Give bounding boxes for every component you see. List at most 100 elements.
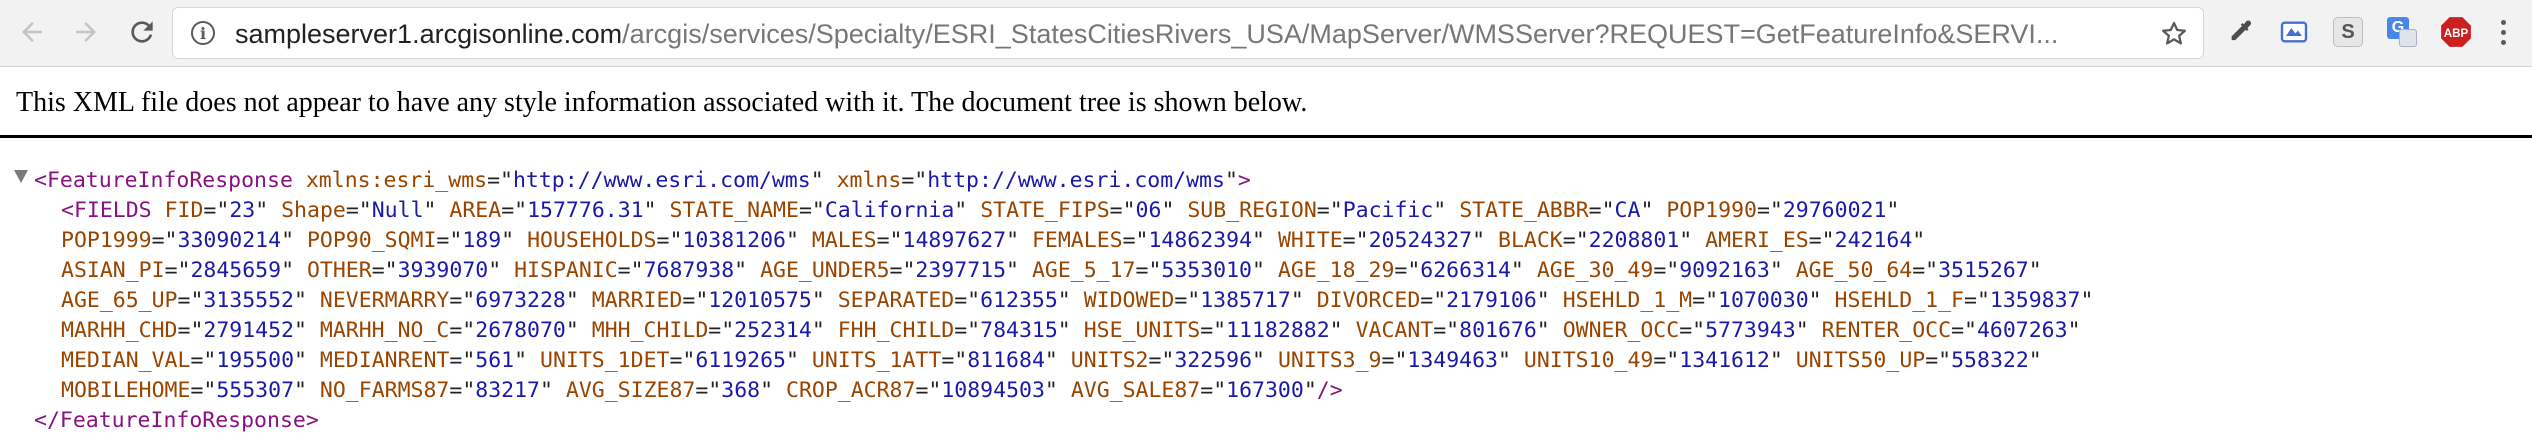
xml-punctuation: =" (889, 258, 916, 283)
xml-space (825, 288, 838, 313)
url-text[interactable]: sampleserver1.arcgisonline.com/arcgis/se… (235, 18, 2095, 50)
xml-attribute-value: 2179106 (1446, 288, 1537, 313)
xml-attribute-value: 2208801 (1588, 228, 1680, 253)
xml-punctuation: " (1044, 378, 1058, 403)
xml-punctuation: " (1640, 198, 1654, 223)
xml-punctuation: =" (151, 228, 178, 253)
xml-punctuation: " (514, 348, 528, 373)
xml-style-notice: This XML file does not appear to have an… (16, 87, 1308, 118)
xml-space (1783, 258, 1796, 283)
address-bar[interactable]: i sampleserver1.arcgisonline.com/arcgis/… (172, 7, 2204, 59)
xml-attribute-value: 7687938 (643, 258, 735, 283)
xml-punctuation: =" (682, 288, 709, 313)
xml-space (824, 168, 837, 193)
xml-attribute-value: 784315 (980, 318, 1058, 343)
adblock-label: ABP (2444, 27, 2469, 40)
collapse-triangle-icon[interactable] (14, 170, 28, 183)
xml-space (1485, 228, 1498, 253)
xml-punctuation: " (1536, 288, 1550, 313)
xml-punctuation: " (565, 318, 579, 343)
xml-attribute-value: Null (371, 198, 424, 223)
xml-space (1058, 348, 1071, 373)
xml-punctuation: =" (876, 228, 903, 253)
xml-attribute-value: 11182882 (1226, 318, 1330, 343)
xml-attribute-value: 33090214 (177, 228, 282, 253)
xml-punctuation: =" (941, 348, 968, 373)
xml-attribute-value: 157776.31 (527, 198, 644, 223)
xml-attribute-name: STATE_ABBR (1459, 198, 1589, 223)
s-extension[interactable]: S (2330, 14, 2366, 50)
xml-punctuation: =" (915, 378, 942, 403)
xml-attribute-name: SEPARATED (837, 288, 955, 313)
eyedropper-extension[interactable] (2222, 14, 2258, 50)
xml-space (799, 348, 812, 373)
xml-space (1071, 288, 1084, 313)
forward-arrow-icon (76, 22, 96, 42)
xml-space (1446, 198, 1459, 223)
xml-attribute-value: 14897627 (902, 228, 1007, 253)
xml-space (268, 198, 281, 223)
xml-attribute-value: California (824, 198, 955, 223)
xml-punctuation: " (501, 228, 515, 253)
xml-attribute-name: UNITS_1DET (540, 348, 670, 373)
xml-punctuation: =" (1200, 378, 1227, 403)
xml-attribute-value: http://www.esri.com/wms (512, 168, 811, 193)
xml-attribute-name: UNITS10_49 (1523, 348, 1654, 373)
xml-punctuation: " (1057, 318, 1071, 343)
xml-punctuation: =" (449, 288, 476, 313)
site-info-icon[interactable]: i (191, 21, 215, 45)
xml-tag-name: FIELDS (73, 198, 152, 223)
xml-attribute-name: HSE_UNITS (1083, 318, 1201, 343)
xml-space (967, 198, 980, 223)
xml-punctuation: =" (501, 198, 528, 223)
xml-attribute-value: 322596 (1174, 348, 1253, 373)
xml-space (1653, 198, 1666, 223)
xml-attribute-value: 83217 (475, 378, 540, 403)
xml-attribute-name: RENTER_OCC (1821, 318, 1952, 343)
xml-space (1524, 258, 1537, 283)
xml-punctuation: =" (1342, 228, 1369, 253)
xml-fields-line: MOBILEHOME="555307" NO_FARMS87="83217" A… (61, 376, 1343, 406)
xml-attribute-name: UNITS3_9 (1277, 348, 1382, 373)
bookmark-star-icon[interactable] (2159, 19, 2189, 49)
drive-extension[interactable] (2276, 14, 2312, 50)
xml-space (1019, 258, 1032, 283)
xml-punctuation: " (1912, 228, 1926, 253)
xml-attribute-value: 167300 (1226, 378, 1304, 403)
xml-attribute-value: 801676 (1459, 318, 1537, 343)
back-button[interactable] (12, 12, 52, 52)
xml-punctuation: " (1769, 348, 1783, 373)
translate-extension[interactable]: G (2384, 14, 2420, 50)
reload-button[interactable] (122, 12, 162, 52)
xml-attribute-name: OTHER (306, 258, 372, 283)
xml-punctuation: " (643, 198, 657, 223)
xml-attribute-value: 242164 (1834, 228, 1913, 253)
xml-punctuation: =" (1420, 288, 1447, 313)
url-host: sampleserver1.arcgisonline.com (235, 19, 623, 49)
xml-punctuation: " (294, 318, 307, 343)
xml-attribute-value: 5353010 (1161, 258, 1252, 283)
xml-punctuation: " (1808, 288, 1822, 313)
xml-punctuation: =" (1148, 348, 1175, 373)
xml-attribute-value: 195500 (216, 348, 295, 373)
xml-attribute-name: Shape (281, 198, 346, 223)
xml-attribute-name: WIDOWED (1083, 288, 1175, 313)
xml-attribute-value: 558322 (1951, 348, 2029, 373)
xml-attribute-name: FHH_CHILD (837, 318, 955, 343)
forward-button[interactable] (66, 12, 106, 52)
menu-icon[interactable] (2488, 14, 2518, 50)
xml-space (501, 258, 514, 283)
xml-attribute-name: MARRIED (591, 288, 683, 313)
xml-punctuation: " (1303, 378, 1317, 403)
url-path: /arcgis/services/Specialty/ESRI_StatesCi… (622, 19, 2059, 49)
xml-attribute-value: 6266314 (1420, 258, 1511, 283)
xml-bracket: /> (1316, 378, 1343, 403)
xml-attribute-name: HISPANIC (514, 258, 618, 283)
xml-attribute-name: NO_FARMS87 (319, 378, 450, 403)
xml-attribute-name: AVG_SIZE87 (565, 378, 696, 403)
adblock-extension[interactable]: ABP (2438, 14, 2474, 50)
xml-attribute-name: MEDIAN_VAL (61, 348, 191, 373)
xml-punctuation: =" (1808, 228, 1835, 253)
xml-space (1343, 318, 1356, 343)
xml-punctuation: =" (1912, 258, 1939, 283)
